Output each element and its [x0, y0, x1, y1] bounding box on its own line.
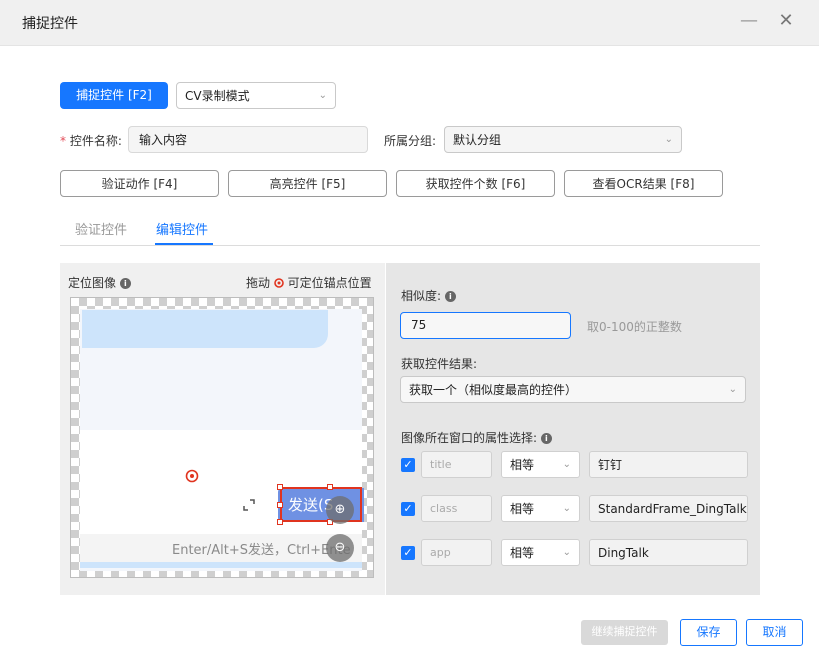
view-ocr-button[interactable]: 查看OCR结果 [F8]	[564, 170, 723, 197]
chevron-down-icon: ⌄	[664, 134, 673, 145]
selection-handle[interactable]	[277, 519, 283, 525]
info-icon: i	[119, 278, 131, 289]
result-value: 获取一个（相似度最高的控件）	[409, 383, 578, 397]
capture-button[interactable]: 捕捉控件 [F2]	[60, 82, 168, 109]
required-mark: *	[60, 134, 70, 148]
attr-op-app-select[interactable]: 相等 ⌄	[501, 539, 580, 566]
attr-checkbox-class[interactable]: ✓	[401, 502, 415, 516]
attr-name-app: app	[421, 539, 492, 566]
anchor-target-icon[interactable]	[184, 468, 200, 484]
selection-handle[interactable]	[277, 502, 283, 508]
similarity-hint: 取0-100的正整数	[587, 320, 682, 334]
close-button[interactable]: ✕	[775, 8, 797, 34]
group-select[interactable]: 默认分组 ⌄	[444, 126, 682, 153]
continue-capture-button[interactable]: 继续捕捉控件	[581, 620, 668, 645]
title-bar	[0, 0, 819, 46]
attr-checkbox-app[interactable]: ✓	[401, 546, 415, 560]
chevron-down-icon: ⌄	[562, 459, 571, 470]
chevron-down-icon: ⌄	[318, 90, 327, 101]
record-mode-value: CV录制模式	[185, 89, 250, 103]
preview-footer-bar	[80, 562, 362, 568]
locator-title: 定位图像 i	[68, 274, 131, 291]
info-icon: i	[540, 433, 552, 444]
chevron-down-icon: ⌄	[728, 384, 737, 395]
window-title: 捕捉控件	[22, 16, 78, 32]
save-button[interactable]: 保存	[680, 619, 737, 646]
highlight-control-button[interactable]: 高亮控件 [F5]	[228, 170, 387, 197]
attributes-label: 图像所在窗口的属性选择: i	[401, 429, 552, 446]
attr-value-app[interactable]: DingTalk	[589, 539, 748, 566]
attr-op-title-select[interactable]: 相等 ⌄	[501, 451, 580, 478]
zoom-in-icon[interactable]: ⊕	[326, 496, 354, 524]
group-value: 默认分组	[453, 133, 502, 147]
active-tab-indicator	[155, 243, 213, 245]
verify-action-button[interactable]: 验证动作 [F4]	[60, 170, 219, 197]
anchor-icon	[274, 278, 284, 288]
info-icon: i	[444, 291, 456, 302]
attr-value-title[interactable]: 钉钉	[589, 451, 748, 478]
result-label: 获取控件结果:	[401, 357, 478, 371]
attr-name-class: class	[421, 495, 492, 522]
chevron-down-icon: ⌄	[562, 503, 571, 514]
control-name-input[interactable]: 输入内容	[128, 126, 368, 153]
name-label: * 控件名称:	[60, 134, 122, 148]
attr-name-title: title	[421, 451, 492, 478]
attr-checkbox-title[interactable]: ✓	[401, 458, 415, 472]
similarity-label: 相似度: i	[401, 287, 456, 304]
attr-value-class[interactable]: StandardFrame_DingTalk	[589, 495, 748, 522]
anchor-hint: 拖动 可定位锚点位置	[246, 276, 372, 290]
zoom-out-icon[interactable]: ⊖	[326, 534, 354, 562]
tabs-divider	[60, 245, 760, 246]
tab-verify[interactable]: 验证控件	[75, 219, 127, 238]
attr-op-class-select[interactable]: 相等 ⌄	[501, 495, 580, 522]
chevron-down-icon: ⌄	[562, 547, 571, 558]
similarity-input[interactable]: 75	[400, 312, 571, 339]
preview-header-bar	[82, 310, 328, 348]
tab-edit[interactable]: 编辑控件	[156, 219, 208, 238]
group-label: 所属分组:	[384, 134, 437, 148]
record-mode-select[interactable]: CV录制模式 ⌄	[176, 82, 336, 109]
collapse-icon	[243, 499, 255, 511]
get-count-button[interactable]: 获取控件个数 [F6]	[396, 170, 555, 197]
minimize-button[interactable]: —	[738, 8, 760, 34]
cancel-button[interactable]: 取消	[746, 619, 803, 646]
result-select[interactable]: 获取一个（相似度最高的控件） ⌄	[400, 376, 746, 403]
selection-handle[interactable]	[277, 484, 283, 490]
selection-handle[interactable]	[327, 484, 333, 490]
